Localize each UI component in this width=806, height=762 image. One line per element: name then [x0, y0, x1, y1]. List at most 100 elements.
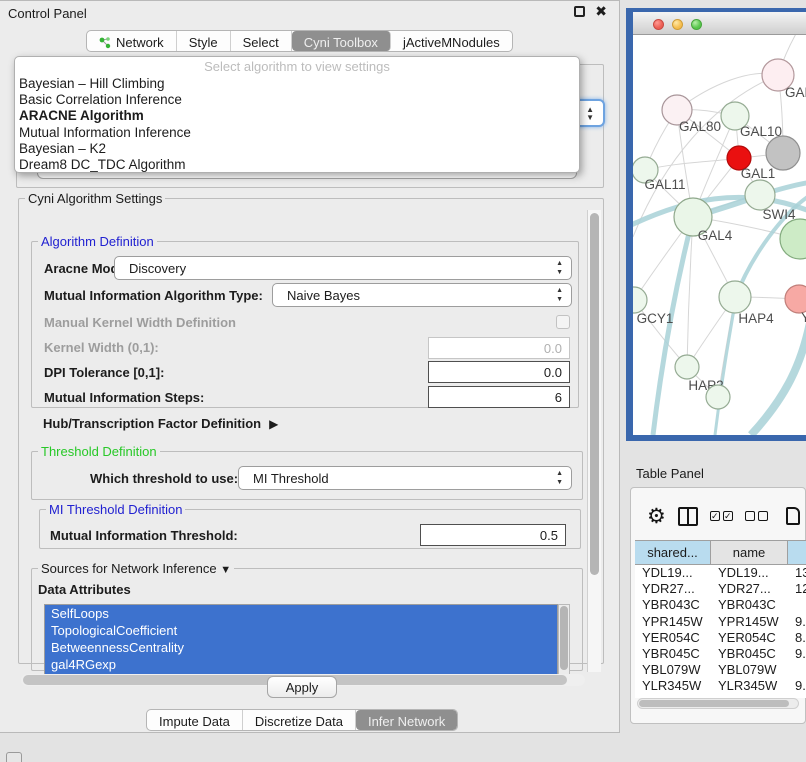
- node-label: GAL1: [741, 166, 776, 181]
- network-node[interactable]: [780, 219, 806, 259]
- network-canvas[interactable]: GAL7GAL80GAL10GAL1GAL11SWI4GAL4GCY1HAP4Y…: [633, 35, 806, 435]
- node-label: HAP4: [738, 311, 774, 326]
- table-row[interactable]: YLR345WYLR345W9.: [635, 678, 806, 694]
- zoom-traffic-light[interactable]: [691, 19, 702, 30]
- manual-kernel-checkbox[interactable]: [556, 315, 570, 329]
- cyni-algorithm-settings-group: Cyni Algorithm Settings Algorithm Defini…: [18, 191, 604, 664]
- network-edge[interactable]: [715, 298, 736, 435]
- algorithm-option[interactable]: Bayesian – K2: [15, 141, 579, 157]
- table-row[interactable]: YBR043CYBR043C: [635, 597, 806, 613]
- algorithm-option[interactable]: ARACNE Algorithm: [15, 108, 579, 124]
- algorithm-option[interactable]: Dream8 DC_TDC Algorithm: [15, 157, 579, 173]
- tab-jactivemnodules[interactable]: jActiveMNodules: [391, 31, 512, 51]
- table-row[interactable]: YBR045CYBR045C9.: [635, 646, 806, 662]
- table-cell: YDL19...: [711, 565, 788, 581]
- close-icon[interactable]: ✖: [595, 3, 607, 20]
- table-row[interactable]: YDL19...YDL19...13: [635, 565, 806, 581]
- network-node-hap4[interactable]: [719, 281, 751, 313]
- table-row[interactable]: YPR145WYPR145W9.: [635, 614, 806, 630]
- select-all-icon[interactable]: ✓✓: [710, 511, 733, 521]
- node-label: GCY1: [637, 311, 674, 326]
- tab-discretize-data[interactable]: Discretize Data: [243, 710, 356, 730]
- node-label: GAL4: [698, 228, 733, 243]
- mi-threshold-field[interactable]: 0.5: [420, 524, 566, 546]
- algorithm-option[interactable]: Basic Correlation Inference: [15, 92, 579, 108]
- network-icon: [99, 36, 111, 49]
- mi-threshold-label: Mutual Information Threshold:: [50, 528, 238, 543]
- minimize-traffic-light[interactable]: [672, 19, 683, 30]
- tab-cyni-toolbox[interactable]: Cyni Toolbox: [292, 31, 391, 51]
- tab-select[interactable]: Select: [231, 31, 292, 51]
- network-node-gcy1[interactable]: [633, 287, 647, 313]
- aracne-mode-combobox[interactable]: Discovery ▲▼: [114, 256, 572, 280]
- algorithm-option[interactable]: Mutual Information Inference: [15, 125, 579, 141]
- gear-icon[interactable]: ⚙: [647, 506, 666, 527]
- algorithm-option[interactable]: Bayesian – Hill Climbing: [15, 76, 579, 92]
- export-table-icon[interactable]: [786, 507, 800, 525]
- data-attributes-list[interactable]: SelfLoopsTopologicalCoefficientBetweenne…: [44, 604, 558, 676]
- combo-stepper-icon: ▲▼: [556, 469, 563, 487]
- network-edge[interactable]: [751, 312, 806, 435]
- attribute-list-item[interactable]: BetweennessCentrality: [45, 639, 557, 656]
- tab-style[interactable]: Style: [177, 31, 231, 51]
- column-header[interactable]: [788, 541, 806, 564]
- network-node[interactable]: [706, 385, 730, 409]
- column-header[interactable]: shared...: [635, 541, 711, 564]
- network-node-y[interactable]: [785, 285, 806, 313]
- table-toolbar: ⚙ ✓✓: [631, 498, 805, 534]
- table-cell: 8.: [788, 630, 806, 646]
- table-header-row: shared...name: [635, 540, 806, 565]
- table-horizontal-scrollbar[interactable]: [637, 698, 799, 709]
- mi-type-combobox[interactable]: Naive Bayes ▲▼: [272, 283, 572, 307]
- mi-steps-field[interactable]: 6: [428, 386, 570, 408]
- node-label: GAL11: [644, 177, 685, 192]
- attribute-list-item[interactable]: SelfLoops: [45, 605, 557, 622]
- table-row[interactable]: YDR27...YDR27...12: [635, 581, 806, 597]
- table-row[interactable]: YER054CYER054C8.: [635, 630, 806, 646]
- table-rows: YDL19...YDL19...13YDR27...YDR27...12YBR0…: [635, 565, 806, 698]
- network-node-swi4[interactable]: [745, 180, 775, 210]
- tab-network[interactable]: Network: [87, 31, 177, 51]
- node-label: GAL80: [679, 119, 721, 134]
- deselect-all-icon[interactable]: [745, 511, 768, 521]
- table-cell: [788, 662, 806, 678]
- close-traffic-light[interactable]: [653, 19, 664, 30]
- float-window-icon[interactable]: [574, 6, 585, 17]
- dpi-tolerance-field[interactable]: 0.0: [428, 361, 570, 383]
- collapse-arrow-icon: ▼: [220, 564, 231, 576]
- settings-vertical-scrollbar[interactable]: [587, 210, 601, 672]
- network-view-window: GAL7GAL80GAL10GAL1GAL11SWI4GAL4GCY1HAP4Y…: [626, 8, 806, 441]
- attribute-list-item[interactable]: TopologicalCoefficient: [45, 622, 557, 639]
- table-cell: YLR345W: [635, 678, 711, 694]
- network-edge[interactable]: [645, 158, 739, 170]
- kernel-width-field[interactable]: 0.0: [428, 337, 570, 359]
- node-label: GAL7: [785, 85, 806, 100]
- apply-button[interactable]: Apply: [267, 676, 337, 698]
- dropdown-items: Bayesian – Hill ClimbingBasic Correlatio…: [15, 76, 579, 173]
- network-node-hap2[interactable]: [675, 355, 699, 379]
- attribute-list-item[interactable]: gal4RGexp: [45, 656, 557, 673]
- column-header[interactable]: name: [711, 541, 788, 564]
- table-cell: [788, 597, 806, 613]
- mi-type-label: Mutual Information Algorithm Type:: [44, 288, 263, 303]
- sources-title[interactable]: Sources for Network Inference ▼: [38, 561, 234, 576]
- network-edge[interactable]: [653, 217, 693, 435]
- dpi-tolerance-label: DPI Tolerance [0,1]:: [44, 365, 164, 380]
- network-window-titlebar[interactable]: [633, 12, 806, 35]
- tab-impute-data[interactable]: Impute Data: [147, 710, 243, 730]
- minimized-panel-icon[interactable]: [6, 752, 22, 762]
- manual-kernel-label: Manual Kernel Width Definition: [44, 315, 236, 330]
- attributes-scrollbar[interactable]: [558, 604, 570, 676]
- network-node[interactable]: [766, 136, 800, 170]
- table-row[interactable]: YBL079WYBL079W: [635, 662, 806, 678]
- algorithm-definition-title: Algorithm Definition: [38, 234, 157, 249]
- split-columns-icon[interactable]: [678, 507, 698, 526]
- scrollbar-thumb[interactable]: [590, 213, 599, 575]
- scrollbar-thumb[interactable]: [560, 606, 568, 670]
- table-cell: YDR27...: [711, 581, 788, 597]
- tab-infer-network[interactable]: Infer Network: [356, 710, 457, 730]
- hub-definition-expander[interactable]: Hub/Transcription Factor Definition▶: [43, 416, 278, 431]
- which-threshold-combobox[interactable]: MI Threshold ▲▼: [238, 466, 572, 490]
- table-cell: YER054C: [711, 630, 788, 646]
- scrollbar-thumb[interactable]: [639, 700, 789, 707]
